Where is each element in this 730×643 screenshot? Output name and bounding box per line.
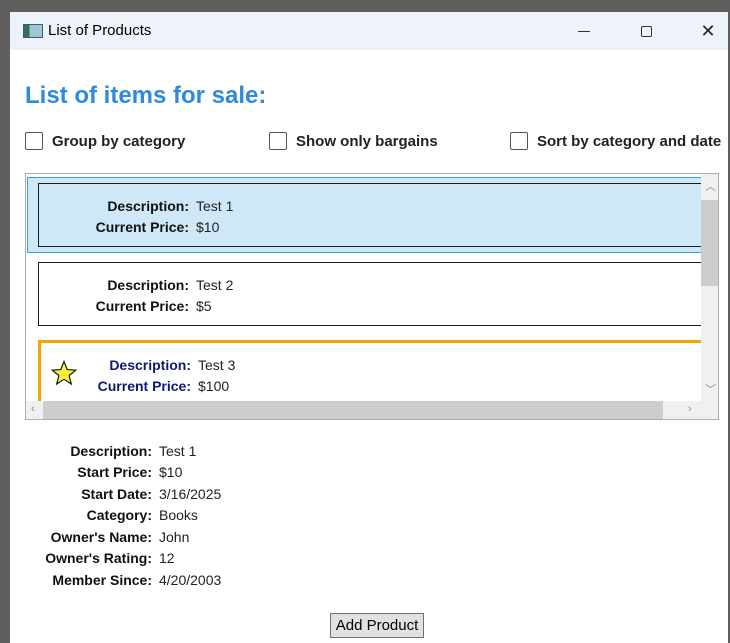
scrollbar-corner: [701, 401, 718, 419]
scroll-right-icon[interactable]: ›: [688, 403, 692, 415]
description-label: Description:: [107, 277, 189, 293]
app-icon: [23, 24, 43, 38]
window-title: List of Products: [48, 22, 152, 39]
description-label: Description:: [109, 357, 191, 373]
detail-label: Start Date:: [81, 485, 152, 502]
minimize-icon: [578, 30, 590, 32]
list-item[interactable]: Description: Test 1 Current Price: $10: [38, 183, 708, 247]
show-only-bargains-checkbox[interactable]: Show only bargains: [269, 132, 438, 150]
detail-value: John: [159, 528, 190, 545]
checkbox-label: Show only bargains: [296, 132, 438, 150]
checkbox-box[interactable]: [25, 132, 43, 150]
description-value: Test 3: [198, 357, 236, 373]
price-value: $10: [196, 219, 220, 235]
detail-label: Description:: [70, 442, 152, 459]
price-value: $100: [198, 378, 230, 394]
products-listbox[interactable]: Description: Test 1 Current Price: $10 D…: [25, 173, 719, 420]
close-icon: ✕: [700, 20, 716, 41]
horizontal-scroll-thumb[interactable]: [43, 401, 663, 419]
description-label: Description:: [107, 198, 189, 214]
description-value: Test 2: [196, 277, 234, 293]
detail-value: Test 1: [159, 442, 197, 459]
detail-value: 4/20/2003: [159, 571, 222, 588]
checkbox-box[interactable]: [510, 132, 528, 150]
scroll-left-icon[interactable]: ‹: [31, 403, 35, 415]
price-value: $5: [196, 298, 212, 314]
detail-label: Owner's Rating:: [45, 550, 152, 567]
list-item[interactable]: Description: Test 2 Current Price: $5: [38, 262, 708, 326]
main-window: List of Products ✕ List of items for sal…: [10, 12, 728, 643]
checkbox-label: Sort by category and date: [537, 132, 722, 150]
scroll-down-icon[interactable]: ﹀: [705, 381, 716, 397]
price-label: Current Price:: [95, 298, 189, 314]
detail-value: 12: [159, 550, 175, 567]
product-details: Description: Test 1 Start Price: $10 Start…: [10, 440, 221, 591]
detail-label: Category:: [86, 507, 152, 524]
sort-by-category-date-checkbox[interactable]: Sort by category and date: [510, 132, 721, 150]
description-value: Test 1: [196, 198, 234, 214]
group-by-category-checkbox[interactable]: Group by category: [25, 132, 185, 150]
add-product-button[interactable]: Add Product: [330, 613, 424, 638]
checkbox-box[interactable]: [269, 132, 287, 150]
price-label: Current Price:: [97, 378, 191, 394]
horizontal-scrollbar[interactable]: ‹ ›: [26, 401, 702, 419]
detail-label: Owner's Name:: [50, 528, 152, 545]
detail-value: $10: [159, 464, 183, 481]
detail-label: Start Price:: [77, 464, 152, 481]
detail-value: Books: [159, 507, 198, 524]
vertical-scrollbar[interactable]: ︿ ﹀: [701, 174, 718, 403]
close-button[interactable]: ✕: [678, 12, 728, 50]
maximize-icon: [640, 25, 652, 37]
checkbox-label: Group by category: [52, 132, 186, 150]
vertical-scroll-thumb[interactable]: [701, 200, 718, 286]
minimize-button[interactable]: [554, 12, 614, 50]
scroll-up-icon[interactable]: ︿: [705, 178, 716, 194]
price-label: Current Price:: [95, 219, 189, 235]
page-heading: List of items for sale:: [25, 82, 267, 109]
maximize-button[interactable]: [616, 12, 676, 50]
detail-label: Member Since:: [52, 571, 152, 588]
detail-value: 3/16/2025: [159, 485, 222, 502]
title-bar[interactable]: List of Products ✕: [10, 12, 728, 50]
